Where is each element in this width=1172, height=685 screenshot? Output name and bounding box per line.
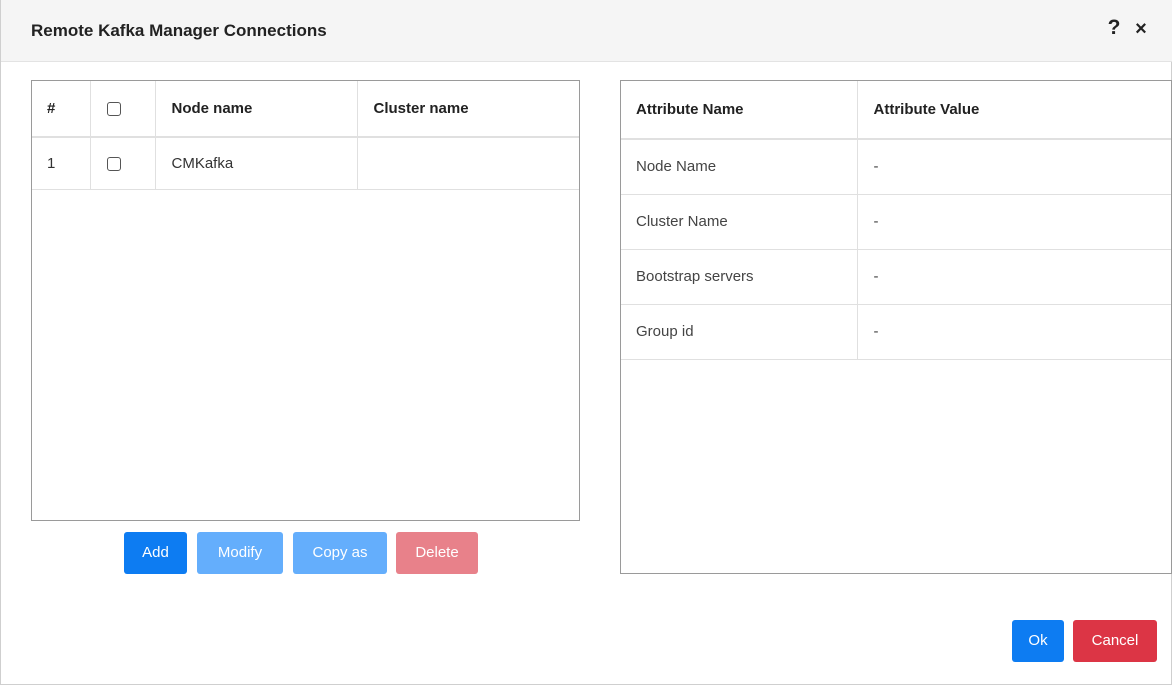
- attribute-row: Group id -: [621, 304, 1171, 360]
- header-node-name[interactable]: Node name: [155, 81, 358, 138]
- add-button[interactable]: Add: [124, 532, 187, 574]
- row-checkbox[interactable]: [106, 156, 121, 171]
- connections-table: # Node name Cluster name 1 CMKafka: [32, 81, 579, 190]
- attributes-table: Attribute Name Attribute Value Node Name…: [621, 81, 1171, 360]
- delete-button[interactable]: Delete: [396, 532, 478, 574]
- connections-grid: # Node name Cluster name 1 CMKafka: [31, 80, 580, 521]
- attribute-name: Cluster Name: [621, 194, 858, 250]
- attribute-value: -: [857, 249, 1171, 305]
- header-cluster-name[interactable]: Cluster name: [357, 81, 579, 138]
- header-num: #: [32, 81, 91, 138]
- row-node-name: CMKafka: [155, 137, 358, 190]
- row-num: 1: [32, 137, 91, 190]
- attribute-row: Node Name -: [621, 139, 1171, 195]
- attribute-name: Group id: [621, 304, 858, 360]
- header-attribute-value: Attribute Value: [857, 81, 1171, 140]
- header-select-all: [90, 81, 156, 138]
- kafka-connections-dialog: Remote Kafka Manager Connections ? × # N…: [0, 0, 1172, 685]
- attribute-row: Bootstrap servers -: [621, 249, 1171, 305]
- row-cluster-name: [357, 137, 579, 190]
- connections-header-row: # Node name Cluster name: [32, 81, 579, 138]
- attribute-row: Cluster Name -: [621, 194, 1171, 250]
- header-attribute-name: Attribute Name: [621, 81, 858, 140]
- attribute-name: Node Name: [621, 139, 858, 195]
- dialog-titlebar: Remote Kafka Manager Connections ? ×: [1, 0, 1172, 62]
- help-icon[interactable]: ?: [1105, 16, 1123, 42]
- attribute-value: -: [857, 194, 1171, 250]
- modify-button[interactable]: Modify: [197, 532, 283, 574]
- attribute-value: -: [857, 139, 1171, 195]
- row-select-cell: [90, 137, 156, 190]
- attributes-grid: Attribute Name Attribute Value Node Name…: [620, 80, 1172, 574]
- copy-as-button[interactable]: Copy as: [293, 532, 387, 574]
- ok-button[interactable]: Ok: [1012, 620, 1064, 662]
- table-row[interactable]: 1 CMKafka: [32, 137, 579, 190]
- close-icon[interactable]: ×: [1132, 18, 1150, 42]
- dialog-title: Remote Kafka Manager Connections: [31, 21, 327, 40]
- cancel-button[interactable]: Cancel: [1073, 620, 1157, 662]
- attribute-value: -: [857, 304, 1171, 360]
- attributes-header-row: Attribute Name Attribute Value: [621, 81, 1171, 140]
- select-all-checkbox[interactable]: [106, 102, 121, 117]
- attribute-name: Bootstrap servers: [621, 249, 858, 305]
